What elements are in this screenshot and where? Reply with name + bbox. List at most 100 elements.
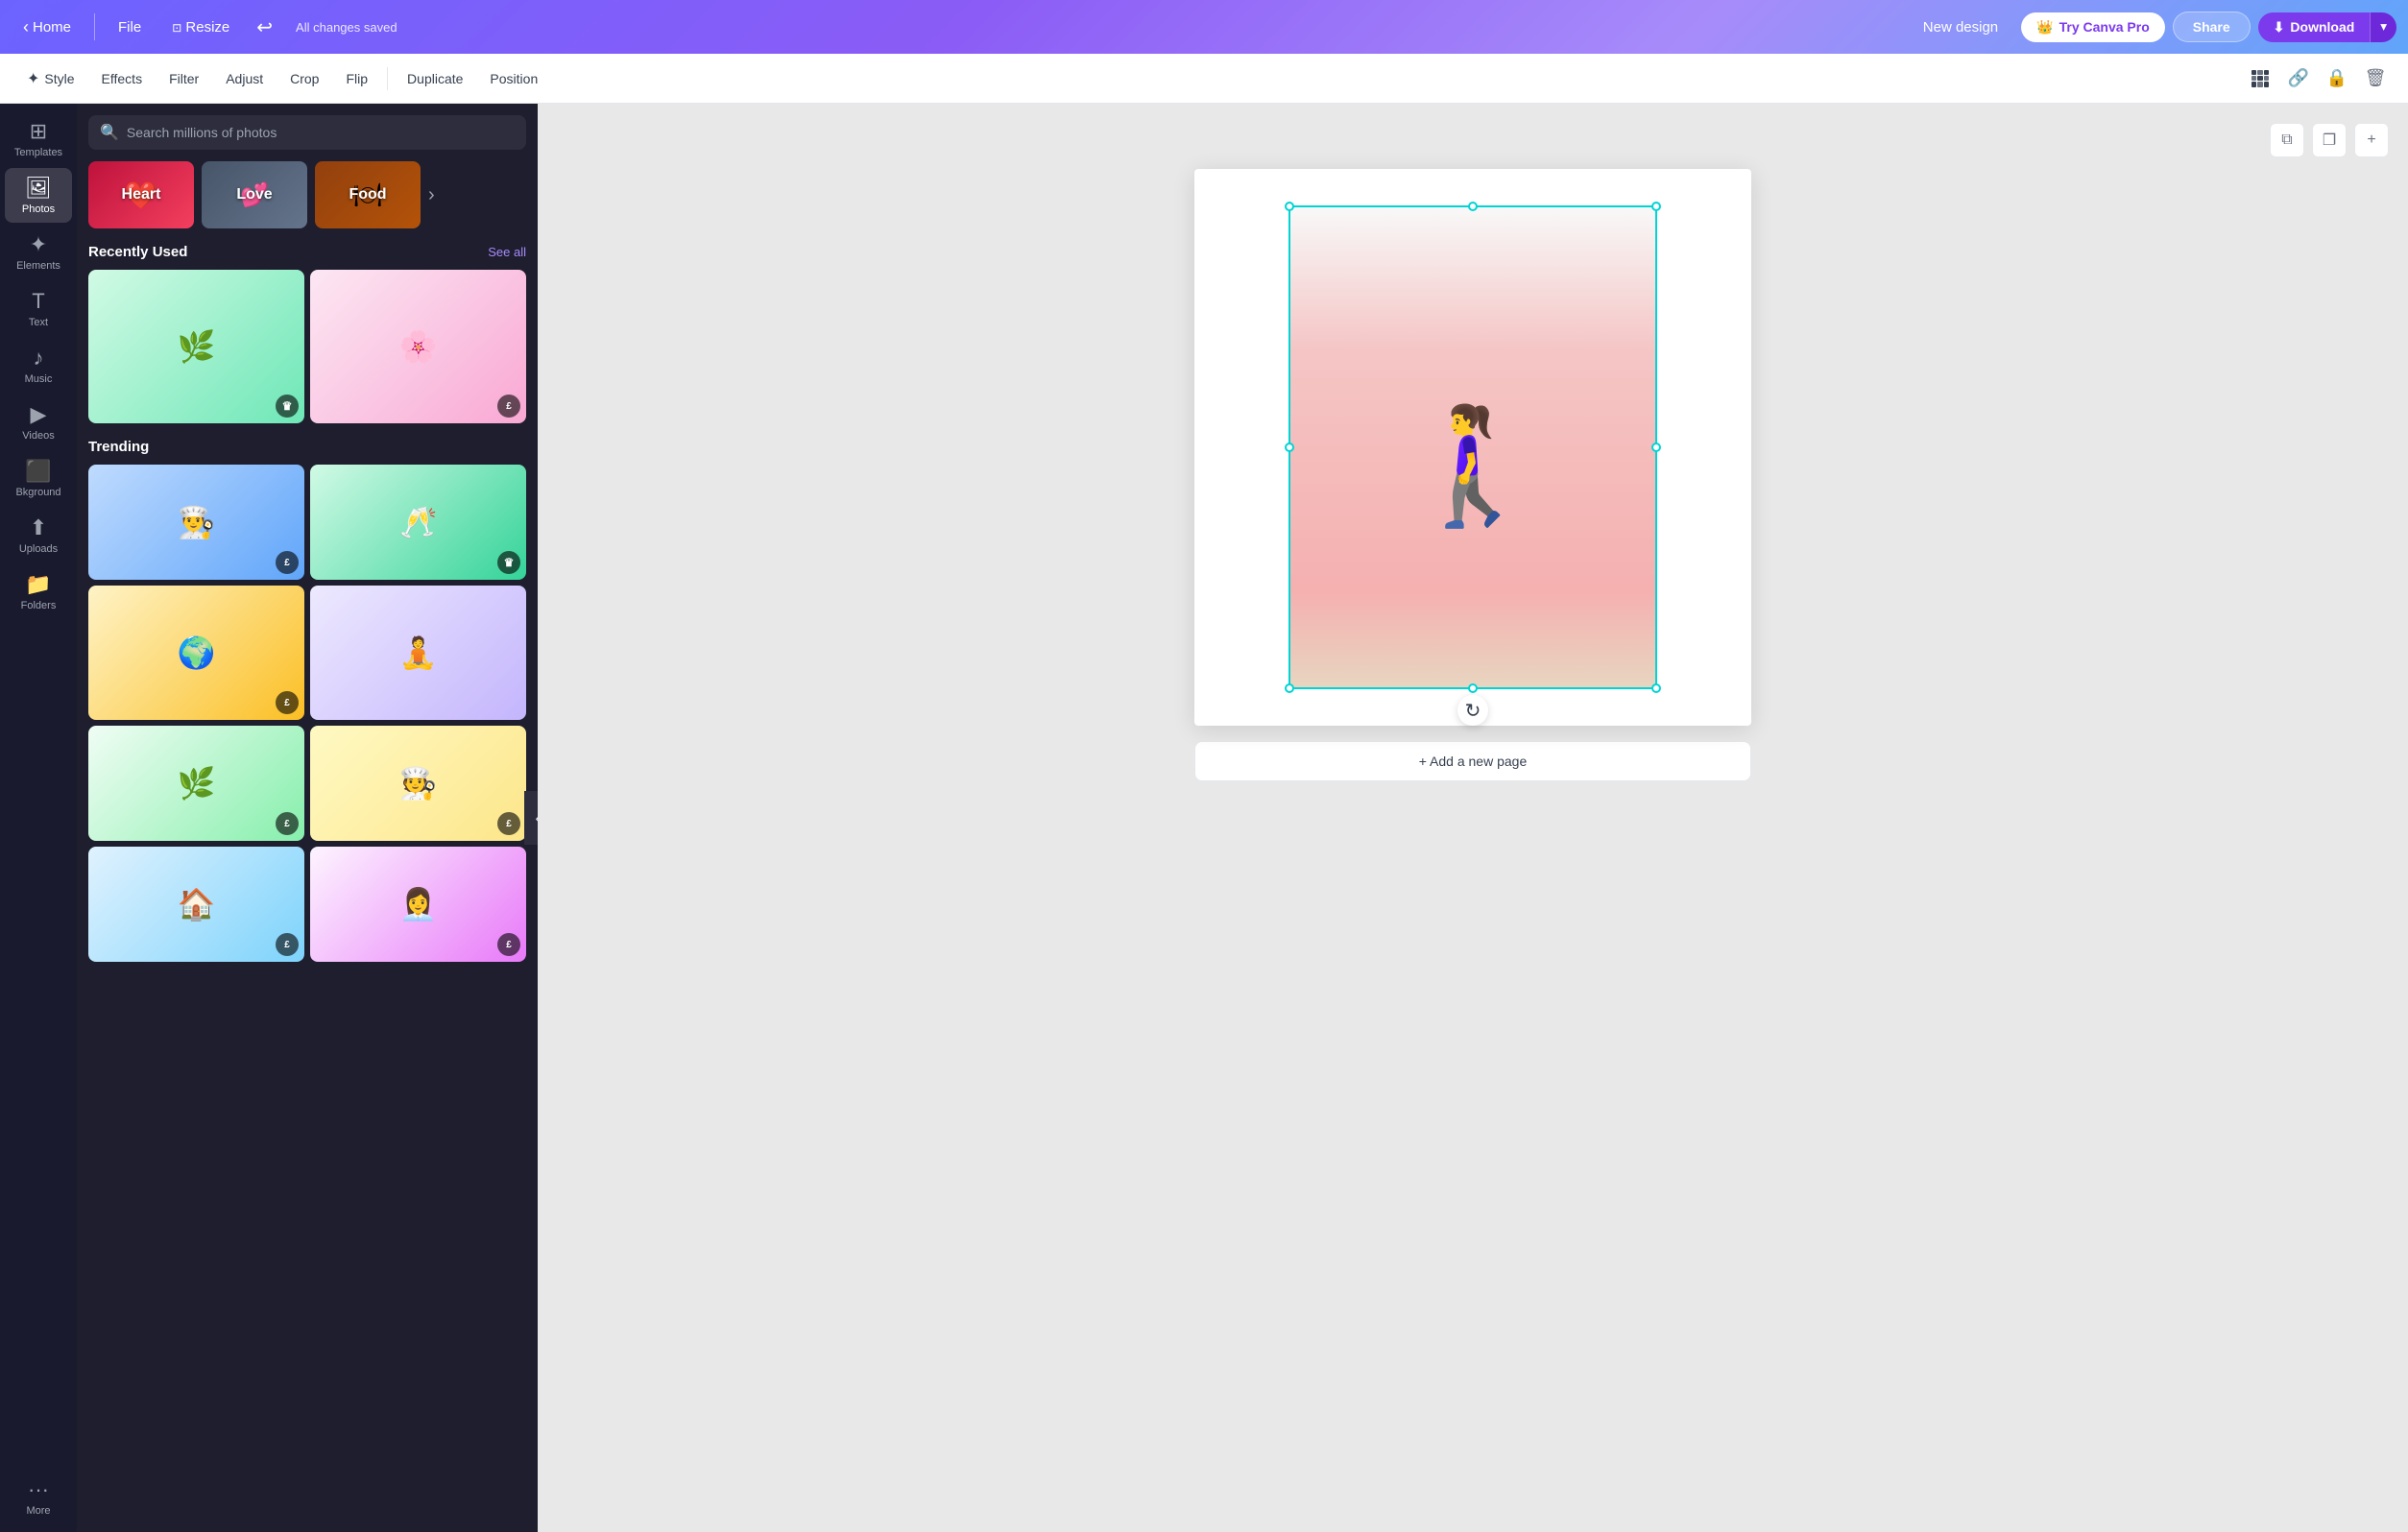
videos-icon: ▶ [31,402,47,427]
download-icon: ⬇ [2274,19,2285,36]
more-icon: ··· [28,1477,49,1502]
lock-icon[interactable]: 🔒 [2320,61,2354,96]
link-icon[interactable]: 🔗 [2281,61,2316,96]
sidebar-item-uploads[interactable]: ⬆ Uploads [5,508,72,563]
trending-header: Trending [88,439,526,455]
handle-middle-left[interactable] [1285,443,1294,452]
handle-bottom-right[interactable] [1651,683,1661,693]
sidebar-item-templates[interactable]: ⊞ Templates [5,111,72,166]
uploads-icon: ⬆ [30,515,47,540]
trending-photo-7[interactable]: 🏠 £ [88,847,304,962]
undo-button[interactable]: ↩ [249,12,280,43]
trending-badge-5: £ [276,812,299,835]
handle-top-middle[interactable] [1468,202,1478,211]
trending-badge-7: £ [276,933,299,956]
recently-used-title: Recently Used [88,244,187,260]
trending-photo-6[interactable]: 🧑‍🍳 £ [310,726,526,841]
trending-photo-2[interactable]: 🥂 ♛ [310,465,526,580]
main-area: ⊞ Templates 🖼 Photos ✦ Elements T Text ♪… [0,104,2408,1532]
trending-badge-8: £ [497,933,520,956]
sidebar-item-folders[interactable]: 📁 Folders [5,564,72,619]
home-button[interactable]: ‹ Home [12,12,83,43]
sidebar: ⊞ Templates 🖼 Photos ✦ Elements T Text ♪… [0,104,77,1532]
effects-button[interactable]: Effects [90,65,155,92]
file-button[interactable]: File [107,13,153,41]
new-design-button[interactable]: New design [1908,13,2013,41]
trending-badge-2: ♛ [497,551,520,574]
handle-bottom-middle[interactable] [1468,683,1478,693]
category-chip-food[interactable]: 🍽 Food [315,161,421,228]
sidebar-item-elements[interactable]: ✦ Elements [5,225,72,279]
sidebar-item-background[interactable]: ⬛ Bkground [5,451,72,506]
trending-photo-8[interactable]: 👩‍💼 £ [310,847,526,962]
sidebar-item-music[interactable]: ♪ Music [5,338,72,393]
download-caret-button[interactable]: ▾ [2370,12,2396,42]
adjust-button[interactable]: Adjust [214,65,275,92]
page-add-button[interactable]: + [2354,123,2389,157]
add-page-button[interactable]: + Add a new page [1194,741,1751,781]
search-input[interactable] [127,125,515,140]
trending-photo-3[interactable]: 🌍 £ [88,586,304,720]
handle-top-right[interactable] [1651,202,1661,211]
trending-photo-1[interactable]: 👨‍🍳 £ [88,465,304,580]
sidebar-item-text[interactable]: T Text [5,281,72,336]
crop-button[interactable]: Crop [278,65,330,92]
duplicate-button[interactable]: Duplicate [396,65,474,92]
folders-icon: 📁 [25,572,51,597]
sidebar-item-photos[interactable]: 🖼 Photos [5,168,72,223]
recently-used-grid: 🌿 ♛ 🌸 £ [88,270,526,423]
toolbar-right-icons: 🔗 🔒 🗑 [2243,61,2393,96]
topbar: ‹ Home File ⊡ Resize ↩ All changes saved… [0,0,2408,54]
recent-photo-2[interactable]: 🌸 £ [310,270,526,423]
color-grid-icon[interactable] [2243,61,2277,96]
trending-badge-6: £ [497,812,520,835]
category-chip-love[interactable]: 💕 Love [202,161,307,228]
chevron-left-icon: ‹ [536,810,538,826]
pro-badge-2: £ [497,395,520,418]
secondary-toolbar: ✦ Style Effects Filter Adjust Crop Flip … [0,54,2408,104]
download-button[interactable]: ⬇ Download [2258,12,2371,42]
divider-1 [94,13,95,40]
trending-photo-5[interactable]: 🌿 £ [88,726,304,841]
share-button[interactable]: Share [2173,12,2251,42]
elements-icon: ✦ [30,232,47,257]
handle-bottom-left[interactable] [1285,683,1294,693]
try-pro-button[interactable]: 👑 Try Canva Pro [2021,12,2165,42]
recent-photo-1[interactable]: 🌿 ♛ [88,270,304,423]
canvas-page: 🚶‍♀️ ↻ [1194,169,1751,726]
sidebar-item-more[interactable]: ··· More [5,1470,72,1524]
category-label-love: Love [202,161,307,228]
crown-icon: 👑 [2036,19,2053,36]
sidebar-item-videos[interactable]: ▶ Videos [5,395,72,449]
pro-badge-1: ♛ [276,395,299,418]
handle-middle-right[interactable] [1651,443,1661,452]
chevron-right-icon[interactable]: › [428,184,435,206]
see-all-button[interactable]: See all [488,245,526,259]
trending-grid: 👨‍🍳 £ 🥂 ♛ 🌍 £ 🧘 🌿 £ 🧑‍🍳 £ [88,465,526,962]
hide-panel-button[interactable]: ‹ [524,791,538,845]
resize-button[interactable]: ⊡ Resize [160,13,241,41]
trending-photo-4[interactable]: 🧘 [310,586,526,720]
canvas-controls: ⧉ ❐ + [557,123,2389,157]
style-button[interactable]: ✦ Style [15,63,86,94]
category-chip-heart[interactable]: ❤️ Heart [88,161,194,228]
trending-title: Trending [88,439,149,455]
download-group: ⬇ Download ▾ [2258,12,2396,42]
canvas-image: 🚶‍♀️ [1290,207,1655,687]
handle-top-left[interactable] [1285,202,1294,211]
trending-badge-3: £ [276,691,299,714]
music-icon: ♪ [34,346,44,371]
selected-image-container[interactable]: 🚶‍♀️ ↻ [1290,207,1655,687]
search-bar: 🔍 [88,115,526,150]
rotate-handle[interactable]: ↻ [1457,695,1488,726]
position-button[interactable]: Position [478,65,549,92]
page-copy-button[interactable]: ⧉ [2270,123,2304,157]
filter-button[interactable]: Filter [157,65,210,92]
templates-icon: ⊞ [30,119,47,144]
page-duplicate-button[interactable]: ❐ [2312,123,2347,157]
trash-icon[interactable]: 🗑 [2358,61,2393,96]
recently-used-header: Recently Used See all [88,244,526,260]
search-icon: 🔍 [100,123,119,142]
flip-button[interactable]: Flip [334,65,379,92]
separator [387,67,388,90]
